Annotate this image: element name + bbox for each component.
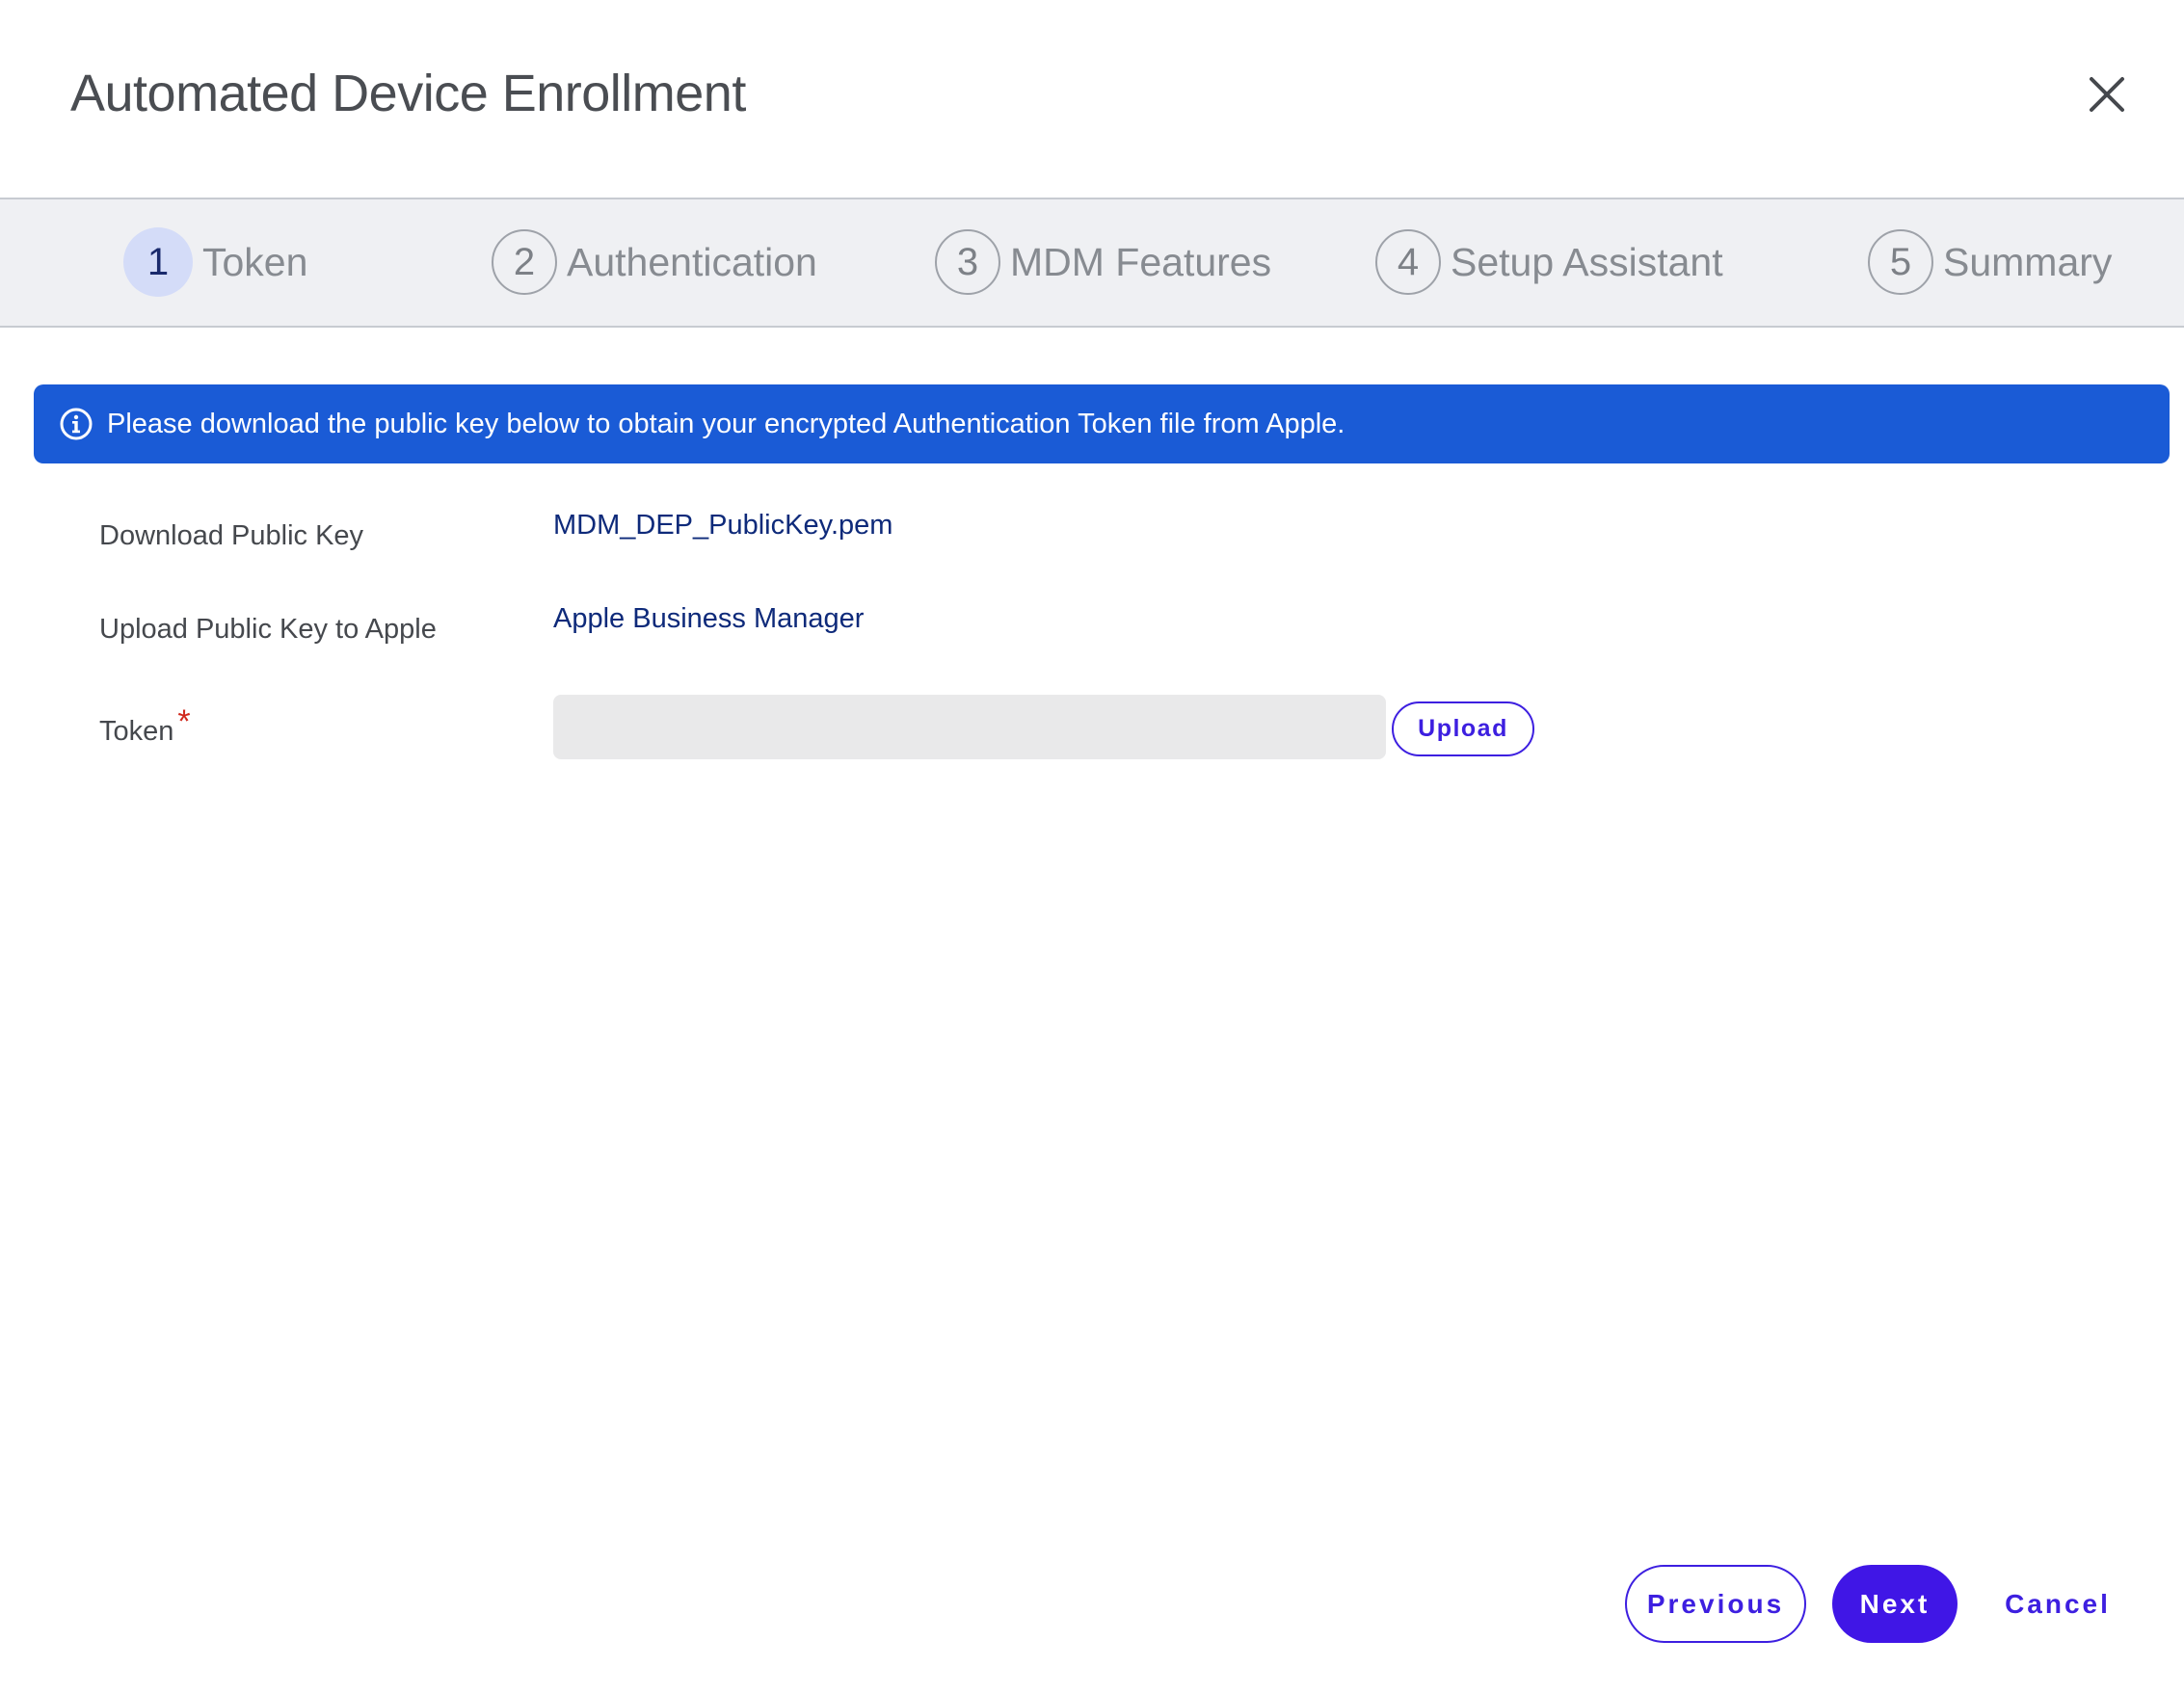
step-number: 3 bbox=[935, 229, 1000, 295]
enrollment-dialog: Automated Device Enrollment 1 Token 2 Au… bbox=[0, 0, 2184, 1693]
step-label: MDM Features bbox=[1010, 239, 1272, 284]
token-field[interactable] bbox=[553, 695, 1386, 759]
step-number: 4 bbox=[1375, 229, 1441, 295]
previous-button[interactable]: Previous bbox=[1625, 1565, 1806, 1643]
step-token[interactable]: 1 Token bbox=[123, 227, 307, 297]
apple-business-manager-link[interactable]: Apple Business Manager bbox=[553, 603, 864, 635]
token-label-text: Token bbox=[99, 716, 174, 747]
step-summary[interactable]: 5 Summary bbox=[1868, 227, 2112, 297]
dialog-header: Automated Device Enrollment bbox=[0, 0, 2184, 199]
info-banner: Please download the public key below to … bbox=[34, 384, 2170, 463]
upload-key-label: Upload Public Key to Apple bbox=[99, 614, 437, 645]
upload-button[interactable]: Upload bbox=[1392, 701, 1534, 756]
token-label: Token * bbox=[99, 703, 191, 749]
step-number: 2 bbox=[492, 229, 557, 295]
step-setup-assistant[interactable]: 4 Setup Assistant bbox=[1375, 227, 1723, 297]
dialog-title: Automated Device Enrollment bbox=[70, 65, 746, 122]
step-label: Summary bbox=[1943, 239, 2113, 284]
banner-text: Please download the public key below to … bbox=[107, 408, 1345, 439]
cancel-button[interactable]: Cancel bbox=[1987, 1565, 2128, 1643]
step-number: 5 bbox=[1868, 229, 1933, 295]
step-label: Setup Assistant bbox=[1451, 239, 1723, 284]
required-asterisk: * bbox=[177, 703, 191, 740]
close-icon[interactable] bbox=[2082, 69, 2132, 119]
info-icon bbox=[60, 408, 93, 440]
download-key-link[interactable]: MDM_DEP_PublicKey.pem bbox=[553, 510, 892, 542]
wizard-stepper: 1 Token 2 Authentication 3 MDM Features … bbox=[0, 199, 2184, 328]
download-key-label: Download Public Key bbox=[99, 520, 364, 551]
step-label: Authentication bbox=[567, 239, 817, 284]
step-authentication[interactable]: 2 Authentication bbox=[492, 227, 817, 297]
step-number: 1 bbox=[123, 227, 193, 297]
step-label: Token bbox=[202, 239, 308, 284]
next-button[interactable]: Next bbox=[1832, 1565, 1958, 1643]
step-mdm-features[interactable]: 3 MDM Features bbox=[935, 227, 1271, 297]
